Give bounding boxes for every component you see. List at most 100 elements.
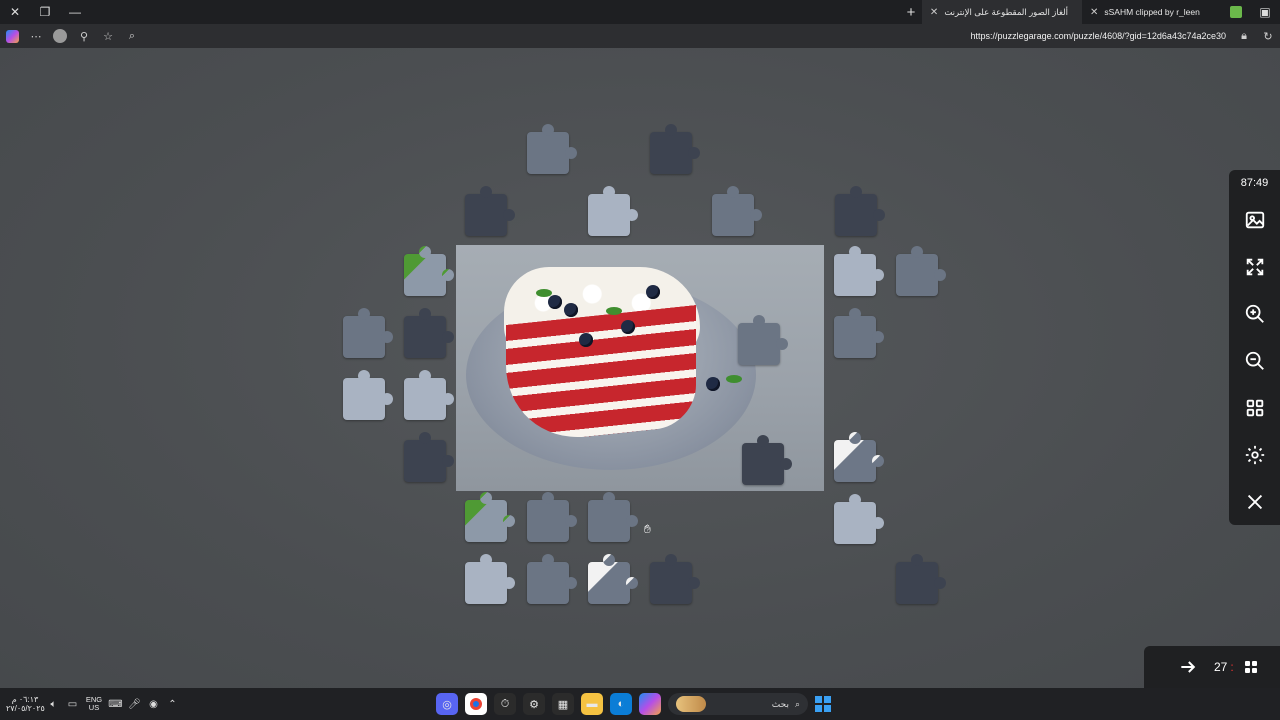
pieces-separator: : (1230, 660, 1234, 674)
clock-date: ٢٧/٠٥/٢٠٢٥ (6, 704, 45, 713)
puzzle-piece[interactable] (588, 492, 638, 542)
taskbar-search[interactable]: بحث ⌕ (668, 693, 808, 715)
puzzle-workspace[interactable]: ✋︎ (0, 48, 1280, 688)
microphone-icon[interactable]: 🎤︎ (126, 696, 143, 713)
tab-title: ألغاز الصور المقطوعة على الإنترنت (944, 6, 1068, 17)
sound-icon[interactable]: 🔈︎ (45, 696, 62, 713)
puzzle-piece[interactable] (404, 432, 454, 482)
lang-bottom: US (88, 703, 100, 712)
puzzle-piece[interactable] (834, 246, 884, 296)
puzzle-piece[interactable] (896, 554, 946, 604)
puzzle-piece[interactable] (527, 124, 577, 174)
puzzle-piece[interactable] (527, 554, 577, 604)
tab-puzzle[interactable]: ✕ ألغاز الصور المقطوعة على الإنترنت (922, 0, 1082, 24)
clock-app-icon[interactable]: ⏱︎ (494, 693, 516, 715)
pieces-counter: 27: (1214, 660, 1237, 674)
copilot-app-icon[interactable] (639, 693, 661, 715)
mint-leaf (726, 375, 742, 383)
puzzle-piece[interactable] (343, 308, 393, 358)
tab-title: sSAHM clipped by r_leen (1104, 7, 1200, 17)
lock-icon[interactable]: 🔒︎ (1232, 24, 1256, 48)
cake-layers (506, 305, 696, 445)
puzzle-piece[interactable] (896, 246, 946, 296)
blueberry (564, 303, 578, 317)
display-icon[interactable]: ▭ (64, 696, 81, 713)
puzzle-icon[interactable]: ⚲ (72, 24, 96, 48)
settings-app-icon[interactable]: ⚙︎ (523, 693, 545, 715)
ellipsis-icon[interactable]: ⋯ (24, 24, 48, 48)
windows-start-icon[interactable] (815, 696, 831, 712)
url-field[interactable]: https://puzzlegarage.com/puzzle/4608/?gi… (971, 31, 1232, 41)
search-icon: ⌕ (794, 698, 800, 709)
profile-icon[interactable] (48, 24, 72, 48)
wifi-icon[interactable]: ◉ (145, 696, 162, 713)
search-label: بحث (771, 698, 789, 709)
chrome-app-icon[interactable] (465, 693, 487, 715)
taskbar-clock[interactable]: ٠٦:١٣ م ٢٧/٠٥/٢٠٢٥ (6, 695, 45, 713)
tab-pinterest[interactable]: ✕ sSAHM clipped by r_leen (1082, 0, 1222, 24)
game-toolbar: 87:49 (1229, 170, 1280, 525)
clock-time: ٠٦:١٣ م (11, 695, 39, 704)
search-icon[interactable]: ⌕ (120, 24, 144, 48)
windows-taskbar: ٠٦:١٣ م ٢٧/٠٥/٢٠٢٥ 🔈︎ ▭ ENG US ⌨︎ 🎤︎ ◉ ⌃… (0, 688, 1280, 720)
grid-icon[interactable] (1238, 391, 1272, 424)
game-timer: 87:49 (1240, 177, 1269, 189)
image-icon[interactable] (1238, 204, 1272, 237)
chevron-up-icon[interactable]: ⌃ (164, 696, 181, 713)
puzzle-piece[interactable] (343, 370, 393, 420)
puzzle-piece[interactable] (588, 554, 638, 604)
close-window-icon[interactable]: ✕ (0, 0, 30, 24)
address-bar: ⋯ ⚲ ☆ ⌕ https://puzzlegarage.com/puzzle/… (0, 24, 1280, 48)
puzzle-piece[interactable] (527, 492, 577, 542)
puzzle-piece[interactable] (404, 308, 454, 358)
puzzle-board[interactable] (456, 245, 824, 491)
language-indicator[interactable]: ENG US (82, 696, 106, 712)
blueberry (646, 285, 660, 299)
puzzle-piece[interactable] (742, 435, 792, 485)
discord-app-icon[interactable]: ◎ (436, 693, 458, 715)
blueberry (579, 333, 593, 347)
minimize-window-icon[interactable]: — (60, 0, 90, 24)
refresh-icon[interactable]: ↻ (1256, 24, 1280, 48)
edge-app-icon[interactable]: ◐ (610, 693, 632, 715)
puzzle-piece[interactable] (650, 554, 700, 604)
puzzle-piece[interactable] (834, 432, 884, 482)
store-app-icon[interactable]: ▦ (552, 693, 574, 715)
gear-icon[interactable] (1238, 438, 1272, 471)
copilot-icon[interactable] (0, 24, 24, 48)
restore-window-icon[interactable]: ❐ (30, 0, 60, 24)
puzzle-piece[interactable] (404, 246, 454, 296)
puzzle-piece[interactable] (834, 494, 884, 544)
arrow-right-icon[interactable] (1168, 647, 1208, 687)
pieces-count: 27 (1214, 660, 1228, 674)
puzzle-piece[interactable] (712, 186, 762, 236)
zoom-out-icon[interactable] (1238, 345, 1272, 378)
puzzle-piece[interactable] (650, 124, 700, 174)
folder-app-icon[interactable]: ▬ (581, 693, 603, 715)
search-highlight-image (676, 696, 706, 712)
keyboard-icon[interactable]: ⌨︎ (107, 696, 124, 713)
tab-extension[interactable] (1222, 0, 1250, 24)
tab-close-icon[interactable]: ✕ (930, 7, 938, 18)
blueberry (621, 320, 635, 334)
puzzle-piece[interactable] (835, 186, 885, 236)
pieces-grid-icon[interactable] (1244, 661, 1257, 673)
blueberry (706, 377, 720, 391)
new-tab-button[interactable]: + (900, 1, 922, 23)
star-icon[interactable]: ☆ (96, 24, 120, 48)
puzzle-piece[interactable] (588, 186, 638, 236)
pieces-panel: 27: (1144, 646, 1280, 688)
puzzle-piece[interactable] (465, 554, 515, 604)
mint-leaf (606, 307, 622, 315)
puzzle-piece[interactable] (404, 370, 454, 420)
puzzle-piece[interactable] (465, 186, 515, 236)
tab-actions-icon[interactable]: ▣ (1250, 0, 1280, 24)
puzzle-piece[interactable] (738, 315, 788, 365)
close-icon[interactable] (1238, 485, 1272, 518)
puzzle-piece[interactable] (465, 492, 515, 542)
zoom-in-icon[interactable] (1238, 298, 1272, 331)
puzzle-piece[interactable] (834, 308, 884, 358)
extension-favicon-icon (1230, 6, 1242, 18)
expand-icon[interactable] (1238, 251, 1272, 284)
tab-close-icon[interactable]: ✕ (1090, 7, 1098, 18)
